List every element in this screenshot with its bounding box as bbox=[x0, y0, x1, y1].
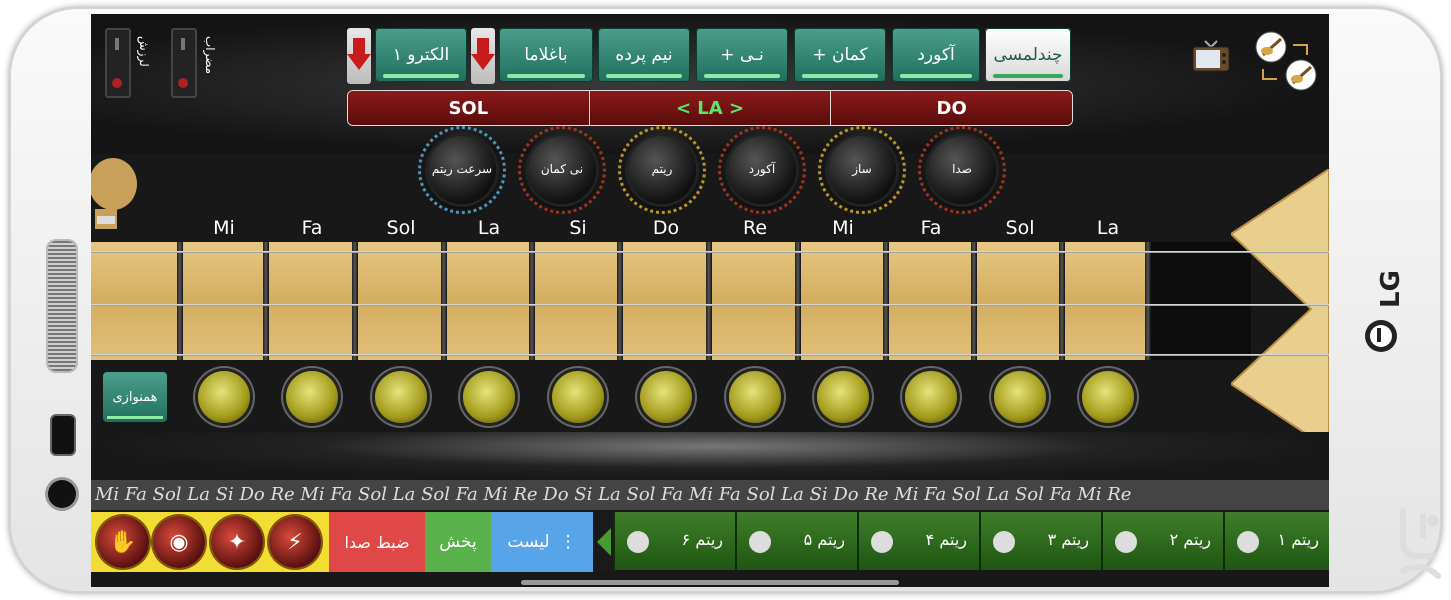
fret-button[interactable] bbox=[286, 371, 338, 423]
note-label: Mi bbox=[213, 217, 235, 239]
radio-icon bbox=[1115, 531, 1137, 553]
rhythm-4-button[interactable]: ریتم ۴ bbox=[857, 512, 979, 570]
fret bbox=[617, 242, 623, 360]
note-label: Fa bbox=[920, 217, 942, 239]
instrument-head-icon bbox=[1231, 169, 1329, 449]
radio-icon bbox=[1237, 531, 1259, 553]
rhythm-selector: ریتم ۶ ریتم ۵ ریتم ۴ ریتم ۳ ریتم ۲ ریتم … bbox=[593, 512, 1329, 572]
note-label: Do bbox=[652, 217, 680, 239]
note-label: Si bbox=[569, 217, 587, 239]
clap-effect-icon[interactable]: ✋ bbox=[97, 516, 149, 568]
record-button[interactable]: ضبط صدا bbox=[329, 512, 425, 572]
fret-button[interactable] bbox=[729, 371, 781, 423]
string bbox=[91, 251, 1329, 253]
lg-logo: LG bbox=[1365, 270, 1401, 352]
tuning-do[interactable]: DO bbox=[831, 91, 1072, 125]
note-label: Mi bbox=[832, 217, 854, 239]
swap-instrument-icon[interactable] bbox=[1251, 29, 1321, 94]
instrument-down-arrow-1[interactable] bbox=[347, 28, 371, 84]
master-volume-knob[interactable]: صدا bbox=[918, 126, 1006, 214]
instrument-down-arrow-2[interactable] bbox=[471, 28, 495, 84]
app-screen: لرزش مضراب الکترو ۱ باغلاما نیم پرده + ن… bbox=[91, 14, 1329, 587]
note-ticker: Mi Fa Sol La Si Do Re Mi Fa Sol La Sol F… bbox=[91, 480, 1329, 510]
fret bbox=[883, 242, 889, 360]
bottom-bar: ✋ ◉ ✦ ⚡ ضبط صدا پخش لیست ⋮ ریتم ۶ ریتم ۵ … bbox=[91, 512, 1329, 572]
fret bbox=[177, 242, 183, 360]
fret bbox=[706, 242, 712, 360]
plectrum-switch[interactable] bbox=[171, 28, 197, 98]
fret bbox=[352, 242, 358, 360]
store-watermark-icon bbox=[1400, 508, 1441, 579]
rhythm-6-button[interactable]: ریتم ۶ bbox=[613, 512, 735, 570]
note-label: Fa bbox=[301, 217, 323, 239]
fret-button[interactable] bbox=[905, 371, 957, 423]
effect-button-4-icon[interactable]: ⚡ bbox=[269, 516, 321, 568]
note-label: La bbox=[1096, 217, 1120, 239]
note-label: Sol bbox=[1005, 217, 1035, 239]
effects-panel: ✋ ◉ ✦ ⚡ bbox=[91, 512, 329, 572]
list-button[interactable]: لیست ⋮ bbox=[491, 512, 593, 572]
fret-button[interactable] bbox=[640, 371, 692, 423]
radio-icon bbox=[871, 531, 893, 553]
tuning-peg-icon bbox=[91, 158, 137, 229]
note-label: Sol bbox=[386, 217, 416, 239]
brand-text: LG bbox=[1376, 270, 1401, 308]
radio-icon bbox=[993, 531, 1015, 553]
ney-kaman-volume-knob[interactable]: نی کمان bbox=[518, 126, 606, 214]
tab-chord[interactable]: آکورد bbox=[892, 28, 980, 82]
fret-button[interactable] bbox=[994, 371, 1046, 423]
speaker-grill bbox=[48, 241, 76, 371]
rhythm-3-button[interactable]: ریتم ۳ bbox=[979, 512, 1101, 570]
tab-baglama[interactable]: باغلاما bbox=[499, 28, 593, 82]
fret-button[interactable] bbox=[198, 371, 250, 423]
vibrato-switch[interactable] bbox=[105, 28, 131, 98]
more-vertical-icon: ⋮ bbox=[559, 532, 577, 552]
radio-icon bbox=[627, 531, 649, 553]
fret-button[interactable] bbox=[463, 371, 515, 423]
chord-volume-knob[interactable]: آکورد bbox=[718, 126, 806, 214]
rhythm-5-button[interactable]: ریتم ۵ bbox=[735, 512, 857, 570]
fret-button[interactable] bbox=[1082, 371, 1134, 423]
scroll-left-icon[interactable] bbox=[597, 528, 611, 556]
fret-button[interactable] bbox=[375, 371, 427, 423]
tuning-la[interactable]: < LA > bbox=[589, 91, 832, 125]
fret bbox=[971, 242, 977, 360]
tab-ney[interactable]: + نـی bbox=[696, 28, 788, 82]
fret bbox=[1059, 242, 1065, 360]
tv-icon[interactable] bbox=[1191, 39, 1231, 75]
effect-button-2-icon[interactable]: ◉ bbox=[153, 516, 205, 568]
plectrum-label: مضراب bbox=[203, 36, 217, 75]
radio-icon bbox=[749, 531, 771, 553]
fret bbox=[441, 242, 447, 360]
effect-button-3-icon[interactable]: ✦ bbox=[211, 516, 263, 568]
play-button[interactable]: پخش bbox=[425, 512, 491, 572]
front-camera bbox=[48, 480, 76, 508]
fret-button[interactable] bbox=[552, 371, 604, 423]
fret bbox=[529, 242, 535, 360]
gesture-nav-bar[interactable] bbox=[521, 580, 899, 585]
fret bbox=[795, 242, 801, 360]
instrument-volume-knob[interactable]: ساز bbox=[818, 126, 906, 214]
tab-electro[interactable]: الکترو ۱ bbox=[375, 28, 467, 82]
tab-kaman[interactable]: + کمان bbox=[794, 28, 886, 82]
string bbox=[91, 354, 1329, 356]
rhythm-volume-knob[interactable]: ریتم bbox=[618, 126, 706, 214]
accompaniment-button[interactable]: همنوازی bbox=[103, 372, 167, 422]
rhythm-1-button[interactable]: ریتم ۱ bbox=[1223, 512, 1329, 570]
fret bbox=[263, 242, 269, 360]
tab-half-step[interactable]: نیم پرده bbox=[598, 28, 690, 82]
string bbox=[91, 304, 1329, 306]
fret-button[interactable] bbox=[817, 371, 869, 423]
vibrato-label: لرزش bbox=[137, 36, 151, 67]
rhythm-speed-knob[interactable]: سرعت ریتم bbox=[418, 126, 506, 214]
hardware-button bbox=[50, 414, 76, 456]
note-label: La bbox=[477, 217, 501, 239]
tab-multitouch[interactable]: چندلمسی bbox=[985, 28, 1071, 82]
note-label: Re bbox=[742, 217, 768, 239]
list-label: لیست bbox=[507, 532, 550, 552]
glow-divider bbox=[91, 432, 1329, 480]
rhythm-2-button[interactable]: ریتم ۲ bbox=[1101, 512, 1223, 570]
tuning-sol[interactable]: SOL bbox=[348, 91, 590, 125]
tuning-selector[interactable]: SOL < LA > DO bbox=[347, 90, 1073, 126]
